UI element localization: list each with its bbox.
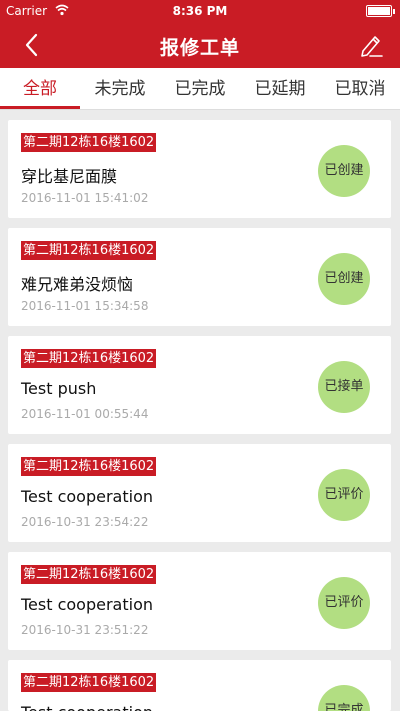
tab-completed[interactable]: 已完成 xyxy=(160,68,240,110)
address-tag: 第二期12栋16楼1602 xyxy=(21,349,157,368)
order-datetime: 2016-11-01 15:41:02 xyxy=(21,191,149,205)
address-tag: 第二期12栋16楼1602 xyxy=(21,241,157,260)
order-title: Test cooperation xyxy=(21,595,153,614)
list-item[interactable]: 第二期12栋16楼1602 难兄难弟没烦恼 2016-11-01 15:34:5… xyxy=(8,228,391,326)
battery-icon xyxy=(366,5,395,17)
list-item[interactable]: 第二期12栋16楼1602 Test cooperation 2016-10-3… xyxy=(8,552,391,650)
address-tag: 第二期12栋16楼1602 xyxy=(21,457,157,476)
filter-tabs: 全部 未完成 已完成 已延期 已取消 xyxy=(0,68,400,110)
list-item[interactable]: 第二期12栋16楼1602 Test push 2016-11-01 00:55… xyxy=(8,336,391,434)
list-item[interactable]: 第二期12栋16楼1602 Test cooperation 已完成 xyxy=(8,660,391,711)
status-badge: 已评价 xyxy=(318,469,370,521)
status-badge: 已接单 xyxy=(318,361,370,413)
order-title: Test push xyxy=(21,379,97,398)
order-datetime: 2016-10-31 23:51:22 xyxy=(21,623,149,637)
status-badge: 已完成 xyxy=(318,685,370,711)
order-datetime: 2016-11-01 00:55:44 xyxy=(21,407,149,421)
pencil-edit-icon xyxy=(361,36,383,57)
order-title: 难兄难弟没烦恼 xyxy=(21,275,134,294)
navigation-bar: 报修工单 xyxy=(0,22,400,68)
tab-delayed[interactable]: 已延期 xyxy=(240,68,320,110)
clock: 8:36 PM xyxy=(172,4,228,18)
order-datetime: 2016-10-31 23:54:22 xyxy=(21,515,149,529)
new-order-button[interactable] xyxy=(354,30,386,60)
page-title: 报修工单 xyxy=(159,37,240,59)
status-bar: Carrier 8:36 PM xyxy=(0,0,400,22)
tab-cancelled[interactable]: 已取消 xyxy=(320,68,400,110)
order-datetime: 2016-11-01 15:34:58 xyxy=(21,299,149,313)
tab-incomplete[interactable]: 未完成 xyxy=(80,68,160,110)
active-tab-indicator xyxy=(0,106,80,109)
address-tag: 第二期12栋16楼1602 xyxy=(21,565,157,584)
status-badge: 已创建 xyxy=(318,145,370,197)
order-title: Test cooperation xyxy=(21,703,153,711)
list-item[interactable]: 第二期12栋16楼1602 Test cooperation 2016-10-3… xyxy=(8,444,391,542)
order-title: 穿比基尼面膜 xyxy=(21,167,118,186)
address-tag: 第二期12栋16楼1602 xyxy=(21,673,157,692)
status-badge: 已创建 xyxy=(318,253,370,305)
status-badge: 已评价 xyxy=(318,577,370,629)
order-title: Test cooperation xyxy=(21,487,153,506)
address-tag: 第二期12栋16楼1602 xyxy=(21,133,157,152)
list-item[interactable]: 第二期12栋16楼1602 穿比基尼面膜 2016-11-01 15:41:02… xyxy=(8,120,391,218)
tab-all[interactable]: 全部 xyxy=(0,68,80,110)
